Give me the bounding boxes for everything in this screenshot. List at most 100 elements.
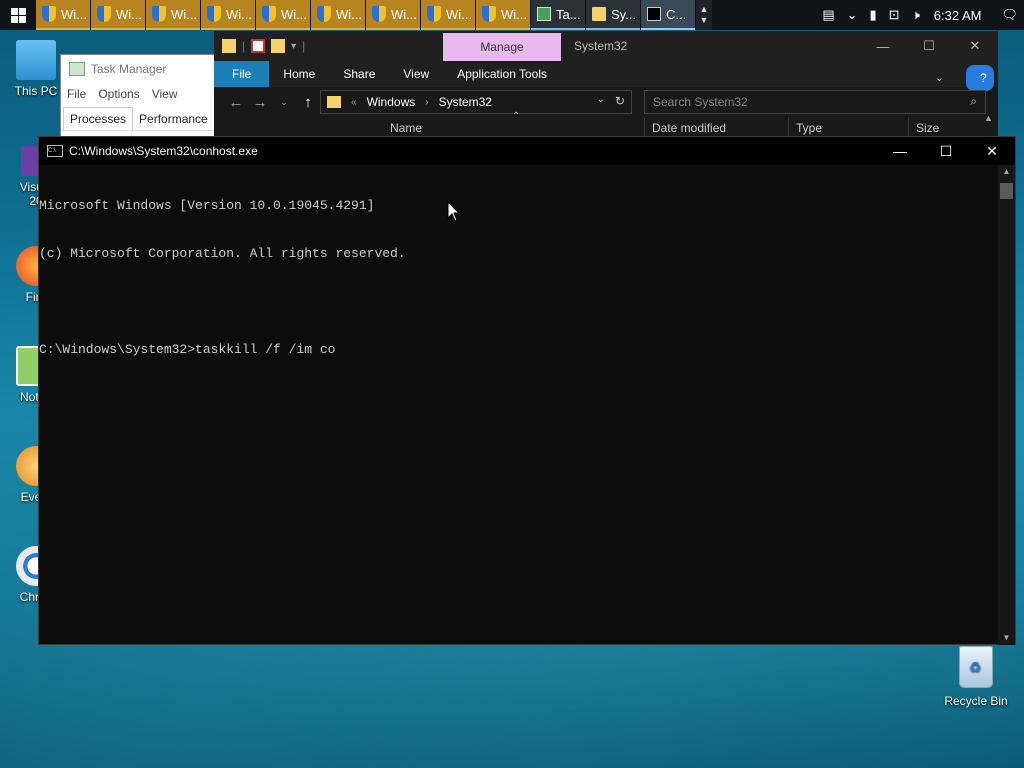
clock[interactable]: 6:32 AM bbox=[926, 8, 996, 23]
taskbar-button[interactable]: Wi... bbox=[366, 0, 420, 30]
start-button[interactable] bbox=[0, 0, 36, 30]
scroll-up-arrow-icon[interactable]: ▲ bbox=[998, 165, 1015, 179]
task-manager-tabs: Processes Performance A bbox=[61, 105, 228, 131]
maximize-button[interactable]: ☐ bbox=[923, 137, 969, 165]
desktop-icon-recycle-bin[interactable]: Recycle Bin bbox=[940, 646, 1012, 708]
tab-processes[interactable]: Processes bbox=[63, 107, 134, 130]
tab-performance[interactable]: Performance bbox=[133, 108, 214, 130]
network-icon[interactable]: ⊡ bbox=[883, 0, 906, 30]
task-manager-icon bbox=[537, 7, 551, 21]
taskbar-scroll[interactable]: ▲ ▼ bbox=[696, 0, 712, 30]
taskbar-button-label: Ta... bbox=[556, 6, 581, 22]
tab-home[interactable]: Home bbox=[269, 61, 329, 87]
taskbar-button-label: Wi... bbox=[171, 6, 197, 22]
taskbar-button-task-manager[interactable]: Ta... bbox=[531, 0, 585, 30]
taskbar-button[interactable]: Wi... bbox=[201, 0, 255, 30]
taskbar-button[interactable]: Wi... bbox=[421, 0, 475, 30]
sort-ascending-icon: ⌃ bbox=[512, 111, 521, 122]
refresh-icon[interactable]: ↻ bbox=[615, 94, 625, 108]
console-output[interactable]: Microsoft Windows [Version 10.0.19045.42… bbox=[39, 165, 999, 645]
folder-icon bbox=[222, 39, 236, 53]
new-folder-icon[interactable] bbox=[271, 39, 286, 53]
taskbar-button[interactable]: Wi... bbox=[476, 0, 530, 30]
forward-arrow-icon[interactable]: → bbox=[248, 94, 272, 111]
quick-access-toolbar: | ▾ | bbox=[214, 39, 305, 53]
breadcrumb-windows[interactable]: Windows bbox=[367, 95, 416, 109]
taskbar-button-label: Wi... bbox=[61, 6, 87, 22]
menu-file[interactable]: File bbox=[67, 87, 86, 101]
shield-icon bbox=[372, 6, 386, 22]
chevron-down-icon[interactable]: ▼ bbox=[700, 15, 709, 26]
address-dropdown-chevron-icon[interactable]: ⌄ bbox=[597, 94, 605, 105]
console-window[interactable]: C:\ C:\Windows\System32\conhost.exe — ☐ … bbox=[38, 136, 1016, 645]
tab-share[interactable]: Share bbox=[329, 61, 389, 87]
up-arrow-icon[interactable]: ↑ bbox=[296, 94, 320, 111]
back-arrow-icon[interactable]: ← bbox=[224, 94, 248, 111]
tab-view[interactable]: View bbox=[389, 61, 443, 87]
explorer-titlebar[interactable]: | ▾ | Manage System32 — ☐ ✕ bbox=[214, 31, 998, 61]
folder-icon bbox=[327, 96, 341, 108]
tab-file[interactable]: File bbox=[214, 61, 270, 87]
column-divider[interactable] bbox=[908, 117, 909, 137]
console-line: (c) Microsoft Corporation. All rights re… bbox=[39, 246, 406, 261]
menu-view[interactable]: View bbox=[152, 87, 178, 101]
taskbar-button[interactable]: Wi... bbox=[36, 0, 90, 30]
show-hidden-icons-chevron-icon[interactable]: ⌄ bbox=[841, 0, 864, 30]
minimize-button[interactable]: — bbox=[877, 137, 923, 165]
chevron-up-icon[interactable]: ▲ bbox=[700, 4, 709, 15]
notifications-icon[interactable]: 🗨 bbox=[995, 0, 1024, 30]
breadcrumb-system32[interactable]: System32 bbox=[439, 95, 492, 109]
desktop-icon-this-pc[interactable]: This PC bbox=[4, 40, 68, 98]
console-prompt-line[interactable]: C:\Windows\System32>taskkill /f /im co bbox=[39, 342, 999, 358]
task-manager-titlebar[interactable]: Task Manager bbox=[61, 55, 219, 83]
taskbar-button-label: Sy... bbox=[611, 6, 637, 22]
file-explorer-window[interactable]: | ▾ | Manage System32 — ☐ ✕ File Home Sh… bbox=[214, 31, 998, 137]
taskbar-button-console[interactable]: C... bbox=[641, 0, 695, 30]
separator: | bbox=[242, 39, 246, 53]
search-icon: ⌕ bbox=[970, 94, 977, 108]
window-controls: — ☐ ✕ bbox=[860, 31, 998, 61]
volume-muted-icon[interactable]: 🕨 bbox=[906, 0, 926, 30]
recycle-bin-icon bbox=[959, 646, 993, 688]
search-input[interactable]: Search System32 ⌕ bbox=[644, 90, 986, 114]
address-bar[interactable]: « Windows › System32 ⌄ ↻ bbox=[320, 90, 632, 114]
tab-application-tools[interactable]: Application Tools bbox=[443, 61, 561, 87]
tab-manage[interactable]: Manage bbox=[443, 33, 561, 61]
task-manager-icon bbox=[69, 62, 85, 76]
taskbar-button[interactable]: Wi... bbox=[256, 0, 310, 30]
column-date-modified[interactable]: Date modified bbox=[652, 121, 726, 135]
breadcrumb-overflow-icon[interactable]: « bbox=[351, 97, 357, 108]
task-manager-window[interactable]: Task Manager File Options View Processes… bbox=[60, 54, 228, 144]
console-titlebar[interactable]: C:\ C:\Windows\System32\conhost.exe — ☐ … bbox=[39, 137, 1015, 165]
column-divider[interactable] bbox=[788, 117, 789, 137]
menu-bar: File Options View bbox=[61, 83, 219, 105]
close-button[interactable]: ✕ bbox=[952, 31, 998, 61]
maximize-button[interactable]: ☐ bbox=[906, 31, 952, 61]
column-name[interactable]: Name bbox=[390, 121, 422, 135]
column-type[interactable]: Type bbox=[796, 121, 822, 135]
shield-icon bbox=[262, 6, 276, 22]
taskbar: Wi... Wi... Wi... Wi... Wi... Wi... Wi..… bbox=[0, 0, 1024, 30]
recent-locations-chevron-icon[interactable]: ⌄ bbox=[272, 97, 296, 108]
scroll-down-arrow-icon[interactable]: ▼ bbox=[998, 631, 1015, 645]
properties-icon[interactable] bbox=[251, 39, 266, 53]
taskbar-button-explorer[interactable]: Sy... bbox=[586, 0, 640, 30]
customize-toolbar-chevron-icon[interactable]: ▾ bbox=[291, 41, 296, 52]
desktop-icon-label: This PC bbox=[14, 84, 58, 98]
taskbar-button[interactable]: Wi... bbox=[146, 0, 200, 30]
desktop-icon-label: Recycle Bin bbox=[944, 694, 1008, 708]
scroll-up-arrow-icon[interactable]: ▲ bbox=[984, 113, 993, 123]
column-size[interactable]: Size bbox=[916, 121, 939, 135]
taskbar-button[interactable]: Wi... bbox=[311, 0, 365, 30]
scrollbar-thumb[interactable] bbox=[1000, 183, 1013, 199]
close-button[interactable]: ✕ bbox=[969, 137, 1015, 165]
menu-options[interactable]: Options bbox=[98, 87, 139, 101]
news-icon[interactable]: ▤ bbox=[816, 0, 840, 30]
minimize-button[interactable]: — bbox=[860, 31, 906, 61]
console-scrollbar[interactable]: ▲ ▼ bbox=[998, 165, 1015, 645]
column-divider[interactable] bbox=[644, 117, 645, 137]
shield-icon bbox=[317, 6, 331, 22]
battery-icon[interactable]: ▮ bbox=[864, 0, 883, 30]
taskbar-button[interactable]: Wi... bbox=[91, 0, 145, 30]
